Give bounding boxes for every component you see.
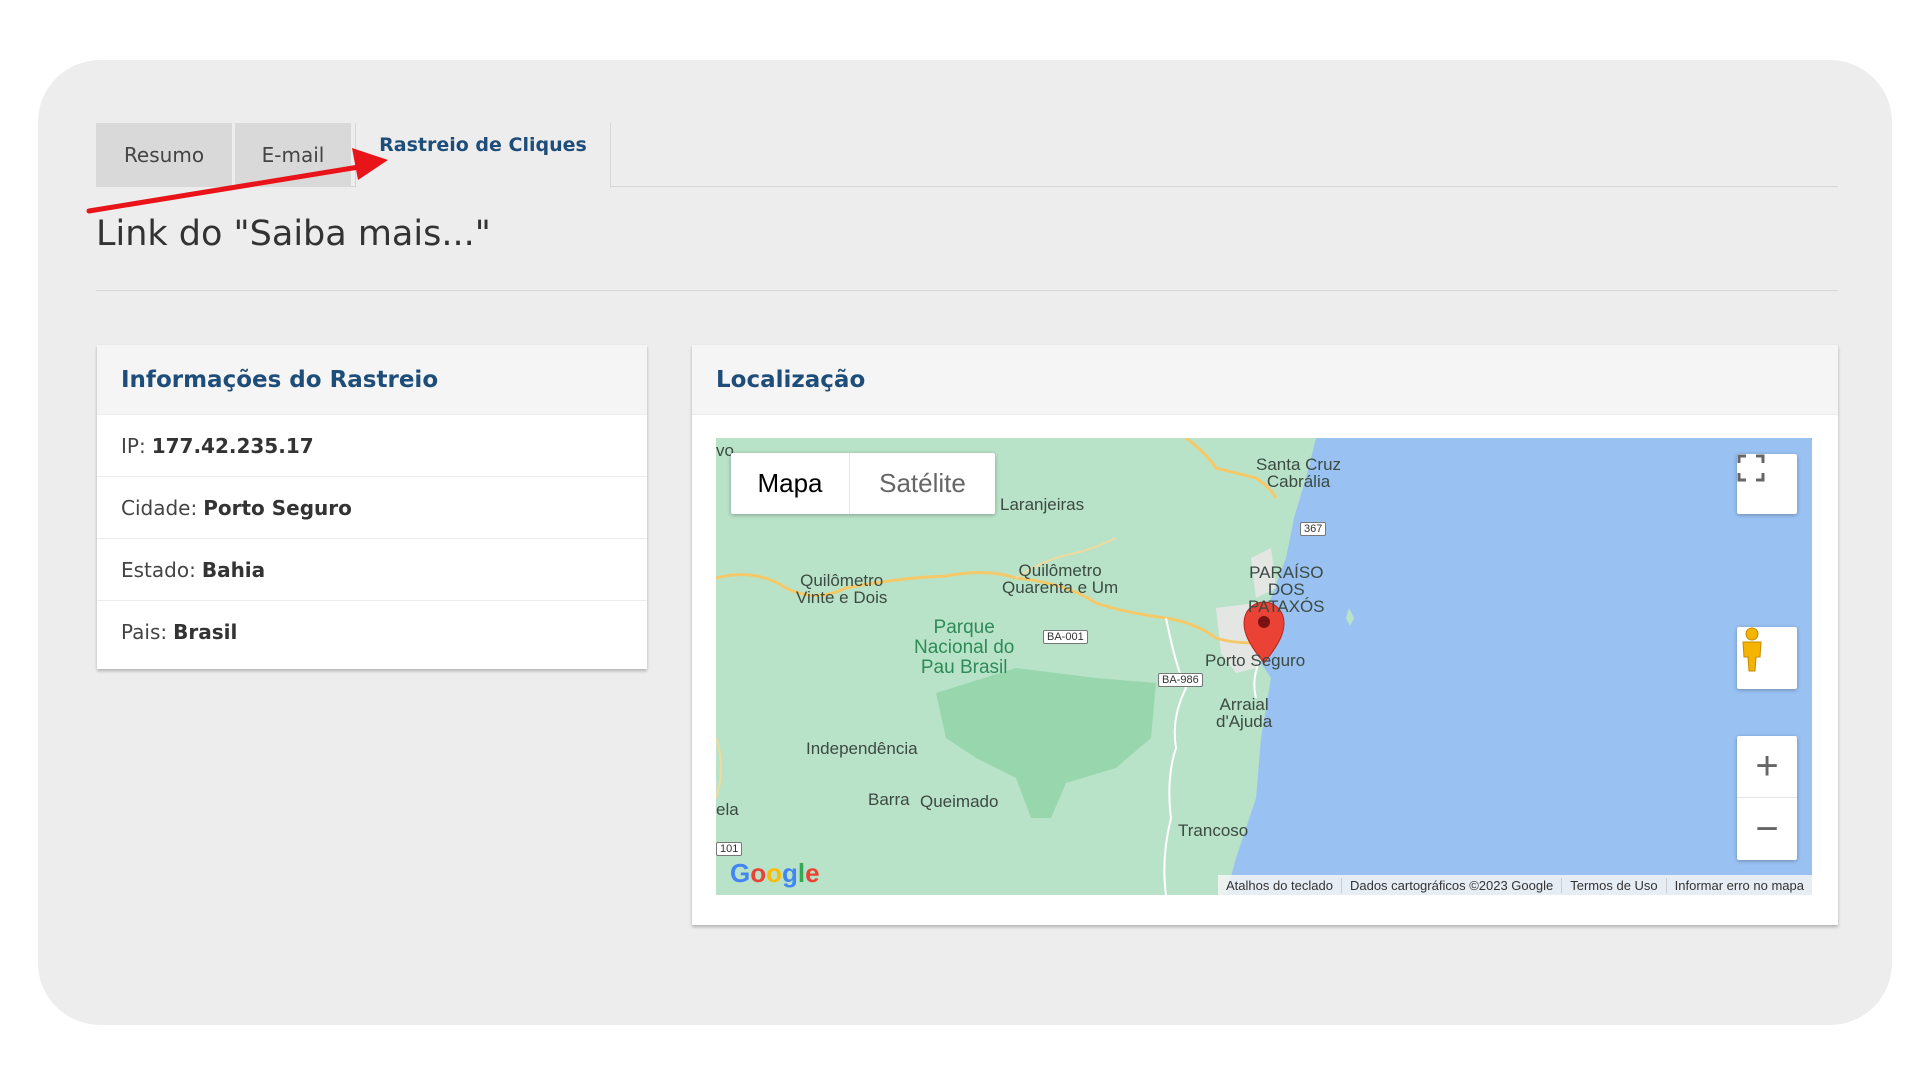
map-label-quilometro-41: Quilômetro Quarenta e Um (1002, 561, 1119, 597)
location-panel: Localização Santa Cruz Cabrália Laranjei… (692, 345, 1838, 925)
divider (96, 290, 1838, 291)
tab-resumo[interactable]: Resumo (96, 123, 232, 187)
report-error-link[interactable]: Informar erro no mapa (1665, 877, 1812, 893)
map-label-santa-cruz: Santa Cruz Cabrália (1256, 455, 1342, 491)
zoom-out-button[interactable]: − (1737, 798, 1797, 860)
info-row-country: Pais: Brasil (97, 601, 647, 663)
zoom-in-button[interactable]: + (1737, 736, 1797, 798)
map-canvas[interactable]: Santa Cruz Cabrália Laranjeiras PARAÍSO … (716, 438, 1812, 895)
info-value: Brasil (173, 620, 238, 644)
map-label-laranjeiras: Laranjeiras (1000, 495, 1085, 514)
map-type-map-button[interactable]: Mapa (731, 453, 850, 514)
info-value: Bahia (201, 557, 266, 582)
road-badge-ba986: BA-986 (1158, 673, 1203, 687)
terms-link[interactable]: Termos de Uso (1561, 877, 1665, 893)
map-label-trancoso: Trancoso (1178, 821, 1249, 840)
location-header: Localização (692, 345, 1838, 415)
tracking-info-header: Informações do Rastreio (97, 345, 647, 415)
map-type-satellite-button[interactable]: Satélite (850, 453, 995, 514)
fullscreen-button[interactable] (1737, 454, 1797, 514)
map-label-parque: Parque Nacional do Pau Brasil (914, 617, 1015, 678)
info-value: 177.42.235.17 (151, 433, 314, 458)
page-title: Link do "Saiba mais..." (96, 214, 491, 254)
tab-rastreio-de-cliques[interactable]: Rastreio de Cliques (355, 123, 611, 188)
fullscreen-icon (1737, 454, 1765, 482)
info-value: Porto Seguro (203, 495, 352, 520)
map-label-paraiso: PARAÍSO DOS PATAXÓS (1248, 563, 1325, 616)
info-label: Estado: (121, 557, 196, 582)
map-attribution: Atalhos do teclado Dados cartográficos ©… (1218, 875, 1812, 895)
road-badge-101: 101 (716, 842, 743, 856)
map-label-barra: Barra (868, 790, 910, 809)
tracking-info-title: Informações do Rastreio (121, 366, 439, 393)
map-label-arraial: Arraial d'Ajuda (1216, 695, 1273, 731)
info-label: IP: (121, 433, 146, 458)
map-label-ela: ela (716, 800, 739, 819)
info-label: Pais: (121, 620, 168, 644)
keyboard-shortcuts-link[interactable]: Atalhos do teclado (1218, 878, 1341, 893)
info-label: Cidade: (121, 495, 198, 520)
info-row-city: Cidade: Porto Seguro (97, 477, 647, 539)
road-badge-367: 367 (1300, 522, 1327, 536)
google-logo: Google (730, 858, 820, 888)
map-label-porto-seguro: Porto Seguro (1205, 651, 1306, 670)
street-view-pegman[interactable] (1737, 627, 1797, 689)
tab-bar: Resumo E-mail Rastreio de Cliques (96, 123, 1838, 188)
zoom-control: + − (1737, 736, 1797, 860)
info-row-ip: IP: 177.42.235.17 (97, 415, 647, 477)
pegman-icon (1742, 627, 1762, 672)
tracking-info-panel: Informações do Rastreio IP: 177.42.235.1… (97, 345, 647, 669)
road-badge-ba001: BA-001 (1043, 630, 1088, 644)
map-data-text: Dados cartográficos ©2023 Google (1340, 877, 1561, 893)
map-type-control: Mapa Satélite (731, 453, 995, 514)
map-label-quilometro-22: Quilômetro Vinte e Dois (796, 571, 888, 607)
info-row-state: Estado: Bahia (97, 539, 647, 601)
map-label-independencia: Independência (806, 739, 918, 758)
location-title: Localização (716, 366, 866, 393)
map-label-queimado: Queimado (920, 792, 999, 811)
tab-email[interactable]: E-mail (235, 123, 351, 187)
